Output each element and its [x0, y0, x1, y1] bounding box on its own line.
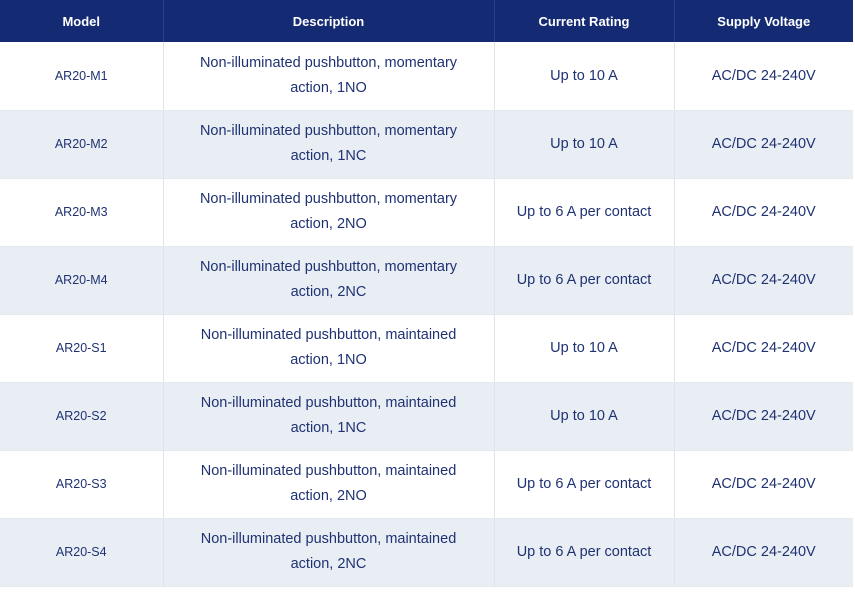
- cell-current-rating: Up to 10 A: [494, 382, 675, 451]
- cell-supply-voltage: AC/DC 24-240V: [674, 518, 853, 587]
- cell-current-rating: Up to 6 A per contact: [494, 450, 675, 519]
- spec-table: Model Description Current Rating Supply …: [0, 0, 853, 587]
- table-row: AR20-S3 Non-illuminated pushbutton, main…: [0, 450, 853, 519]
- cell-model: AR20-M3: [0, 178, 164, 247]
- header-supply-voltage: Supply Voltage: [674, 0, 853, 42]
- cell-current-rating: Up to 6 A per contact: [494, 518, 675, 587]
- cell-supply-voltage: AC/DC 24-240V: [674, 42, 853, 111]
- table-row: AR20-S4 Non-illuminated pushbutton, main…: [0, 518, 853, 587]
- table-row: AR20-S1 Non-illuminated pushbutton, main…: [0, 314, 853, 383]
- cell-current-rating: Up to 10 A: [494, 42, 675, 111]
- cell-description: Non-illuminated pushbutton, maintained a…: [163, 518, 495, 587]
- table-body: AR20-M1 Non-illuminated pushbutton, mome…: [0, 42, 853, 587]
- cell-model: AR20-M1: [0, 42, 164, 111]
- cell-supply-voltage: AC/DC 24-240V: [674, 110, 853, 179]
- cell-description: Non-illuminated pushbutton, momentary ac…: [163, 178, 495, 247]
- cell-model: AR20-M4: [0, 246, 164, 315]
- cell-description: Non-illuminated pushbutton, momentary ac…: [163, 246, 495, 315]
- header-description: Description: [163, 0, 495, 42]
- table-row: AR20-M4 Non-illuminated pushbutton, mome…: [0, 246, 853, 315]
- cell-current-rating: Up to 6 A per contact: [494, 178, 675, 247]
- cell-description: Non-illuminated pushbutton, maintained a…: [163, 382, 495, 451]
- header-model: Model: [0, 0, 164, 42]
- cell-description: Non-illuminated pushbutton, momentary ac…: [163, 110, 495, 179]
- cell-model: AR20-S4: [0, 518, 164, 587]
- cell-description: Non-illuminated pushbutton, maintained a…: [163, 450, 495, 519]
- table-row: AR20-M2 Non-illuminated pushbutton, mome…: [0, 110, 853, 179]
- table-header: Model Description Current Rating Supply …: [0, 0, 853, 42]
- cell-supply-voltage: AC/DC 24-240V: [674, 178, 853, 247]
- header-row: Model Description Current Rating Supply …: [0, 0, 853, 42]
- cell-current-rating: Up to 10 A: [494, 110, 675, 179]
- cell-model: AR20-S1: [0, 314, 164, 383]
- cell-supply-voltage: AC/DC 24-240V: [674, 246, 853, 315]
- cell-current-rating: Up to 10 A: [494, 314, 675, 383]
- table-row: AR20-M1 Non-illuminated pushbutton, mome…: [0, 42, 853, 111]
- cell-model: AR20-S2: [0, 382, 164, 451]
- table-row: AR20-M3 Non-illuminated pushbutton, mome…: [0, 178, 853, 247]
- cell-description: Non-illuminated pushbutton, momentary ac…: [163, 42, 495, 111]
- cell-supply-voltage: AC/DC 24-240V: [674, 314, 853, 383]
- cell-description: Non-illuminated pushbutton, maintained a…: [163, 314, 495, 383]
- cell-current-rating: Up to 6 A per contact: [494, 246, 675, 315]
- cell-model: AR20-M2: [0, 110, 164, 179]
- cell-model: AR20-S3: [0, 450, 164, 519]
- cell-supply-voltage: AC/DC 24-240V: [674, 382, 853, 451]
- cell-supply-voltage: AC/DC 24-240V: [674, 450, 853, 519]
- header-current-rating: Current Rating: [494, 0, 675, 42]
- table-row: AR20-S2 Non-illuminated pushbutton, main…: [0, 382, 853, 451]
